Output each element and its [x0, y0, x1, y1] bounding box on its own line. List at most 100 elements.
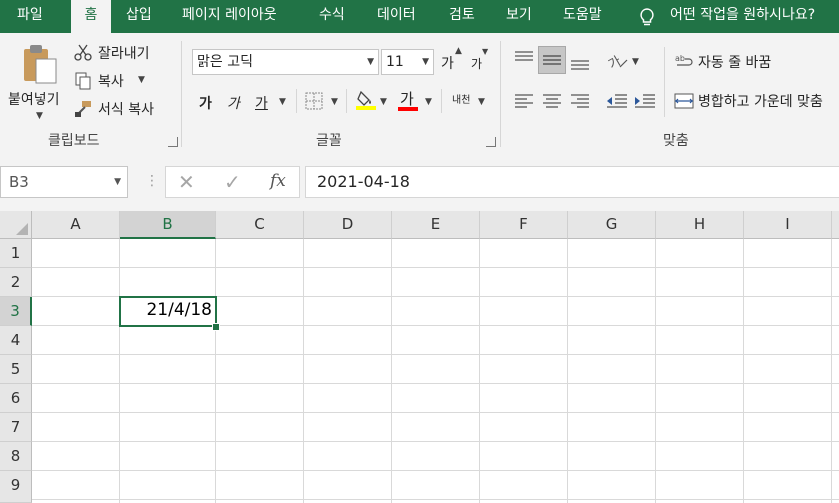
- column-header[interactable]: F: [480, 211, 568, 239]
- column-header[interactable]: G: [568, 211, 656, 239]
- font-name-combo[interactable]: 맑은 고딕 ▼: [192, 49, 379, 75]
- chevron-down-icon: ▼: [367, 57, 374, 67]
- wrap-text-icon: ab: [675, 54, 693, 66]
- clipboard-group-label: 클립보드: [48, 133, 100, 149]
- fill-handle[interactable]: [212, 323, 220, 331]
- paste-button[interactable]: 붙여넣기 ▼: [6, 39, 68, 125]
- wrap-text-button[interactable]: ab 자동 줄 바꿈: [673, 51, 839, 75]
- shrink-font-button[interactable]: 가: [471, 55, 482, 72]
- column-header[interactable]: C: [216, 211, 304, 239]
- borders-icon[interactable]: [305, 92, 323, 110]
- paste-dropdown-icon[interactable]: ▼: [36, 111, 43, 121]
- copy-button[interactable]: 복사 ▼: [74, 71, 164, 93]
- align-bottom-icon[interactable]: [570, 55, 590, 71]
- align-middle-button[interactable]: [538, 46, 566, 74]
- formula-input[interactable]: 2021-04-18: [305, 166, 839, 198]
- align-center-icon[interactable]: [542, 93, 562, 109]
- column-header[interactable]: E: [392, 211, 480, 239]
- cut-button[interactable]: 잘라내기: [74, 43, 164, 65]
- merge-center-button[interactable]: 병합하고 가운데 맞춤: [673, 90, 839, 114]
- align-right-icon[interactable]: [570, 93, 590, 109]
- underline-dropdown-icon[interactable]: ▼: [279, 97, 286, 107]
- row-header[interactable]: 7: [0, 413, 32, 442]
- tab-file[interactable]: 파일: [17, 0, 43, 33]
- column-header[interactable]: B: [120, 211, 216, 239]
- row-header[interactable]: 6: [0, 384, 32, 413]
- decrease-indent-icon[interactable]: [606, 93, 628, 109]
- clipboard-paste-icon: [24, 45, 57, 84]
- column-header[interactable]: H: [656, 211, 744, 239]
- group-separator: [181, 41, 182, 147]
- row-header[interactable]: 3: [0, 297, 32, 326]
- chevron-down-icon[interactable]: ▼: [114, 167, 121, 197]
- tab-formulas[interactable]: 수식: [319, 0, 345, 33]
- enter-icon[interactable]: ✓: [224, 170, 241, 194]
- font-launcher-icon[interactable]: [486, 137, 496, 147]
- arrow-down-icon: ▼: [482, 47, 489, 56]
- row-header[interactable]: 4: [0, 326, 32, 355]
- row-header[interactable]: 1: [0, 239, 32, 268]
- copy-label: 복사: [98, 74, 124, 90]
- active-cell[interactable]: 21/4/18: [119, 296, 217, 327]
- formula-buttons: ✕ ✓ fx: [165, 166, 300, 198]
- bold-button[interactable]: 가: [199, 93, 212, 113]
- font-color-swatch: [398, 107, 418, 111]
- column-header[interactable]: A: [32, 211, 120, 239]
- tab-home[interactable]: 홈: [71, 0, 111, 33]
- borders-dropdown-icon[interactable]: ▼: [331, 97, 338, 107]
- arrow-up-icon: ▲: [455, 46, 462, 56]
- tab-insert[interactable]: 삽입: [126, 0, 152, 33]
- font-size-combo[interactable]: 11 ▼: [381, 49, 434, 75]
- fill-color-dropdown-icon[interactable]: ▼: [380, 97, 387, 107]
- phonetic-dropdown-icon[interactable]: ▼: [478, 97, 485, 107]
- resize-handle-icon[interactable]: ⋮: [145, 174, 159, 188]
- tab-data[interactable]: 데이터: [377, 0, 416, 33]
- row-header[interactable]: 9: [0, 471, 32, 503]
- fill-color-icon[interactable]: [355, 89, 377, 111]
- font-color-button[interactable]: 가: [400, 88, 414, 109]
- ribbon-home: 붙여넣기 ▼ 잘라내기 복사 ▼ 서식 복사 클립보드 맑은 고딕 ▼ 11 ▼…: [0, 33, 839, 154]
- cut-label: 잘라내기: [98, 46, 150, 62]
- row-header[interactable]: 8: [0, 442, 32, 471]
- font-name-value: 맑은 고딕: [197, 54, 253, 70]
- divider: [346, 89, 347, 113]
- format-painter-icon: [75, 101, 91, 117]
- row-header[interactable]: 5: [0, 355, 32, 384]
- orientation-icon[interactable]: 가: [606, 51, 628, 71]
- cancel-icon[interactable]: ✕: [178, 170, 195, 194]
- tab-view[interactable]: 보기: [506, 0, 532, 33]
- phonetic-button[interactable]: 내천: [452, 91, 470, 106]
- lightbulb-icon: [640, 8, 654, 26]
- format-painter-button[interactable]: 서식 복사: [74, 99, 170, 121]
- grow-font-button[interactable]: 가: [441, 53, 454, 73]
- merge-center-label: 병합하고 가운데 맞춤: [698, 94, 823, 110]
- copy-icon: [75, 72, 91, 90]
- font-color-dropdown-icon[interactable]: ▼: [425, 97, 432, 107]
- chevron-down-icon: ▼: [422, 57, 429, 67]
- align-top-icon[interactable]: [514, 50, 534, 66]
- orientation-dropdown-icon[interactable]: ▼: [632, 57, 639, 67]
- tab-review[interactable]: 검토: [449, 0, 475, 33]
- underline-button[interactable]: 가: [255, 93, 268, 113]
- tab-page-layout[interactable]: 페이지 레이아웃: [182, 0, 277, 33]
- column-header[interactable]: I: [744, 211, 832, 239]
- column-header[interactable]: D: [304, 211, 392, 239]
- name-box[interactable]: B3 ▼: [0, 166, 128, 198]
- select-all-triangle-icon: [16, 223, 28, 235]
- copy-dropdown-icon[interactable]: ▼: [138, 75, 145, 85]
- row-header[interactable]: 2: [0, 268, 32, 297]
- tab-help[interactable]: 도움말: [563, 0, 602, 33]
- tell-me-text: 어떤 작업을 원하시나요?: [670, 7, 816, 23]
- align-left-icon[interactable]: [514, 93, 534, 109]
- group-separator: [500, 41, 501, 147]
- select-all-corner[interactable]: [0, 211, 32, 239]
- divider: [441, 89, 442, 113]
- clipboard-launcher-icon[interactable]: [168, 137, 178, 147]
- italic-button[interactable]: 가: [227, 93, 240, 113]
- insert-function-icon[interactable]: fx: [270, 171, 286, 191]
- font-size-value: 11: [386, 54, 404, 70]
- increase-indent-icon[interactable]: [634, 93, 656, 109]
- cell-gridlines[interactable]: [32, 239, 839, 503]
- column-header[interactable]: [832, 211, 839, 239]
- divider: [296, 89, 297, 113]
